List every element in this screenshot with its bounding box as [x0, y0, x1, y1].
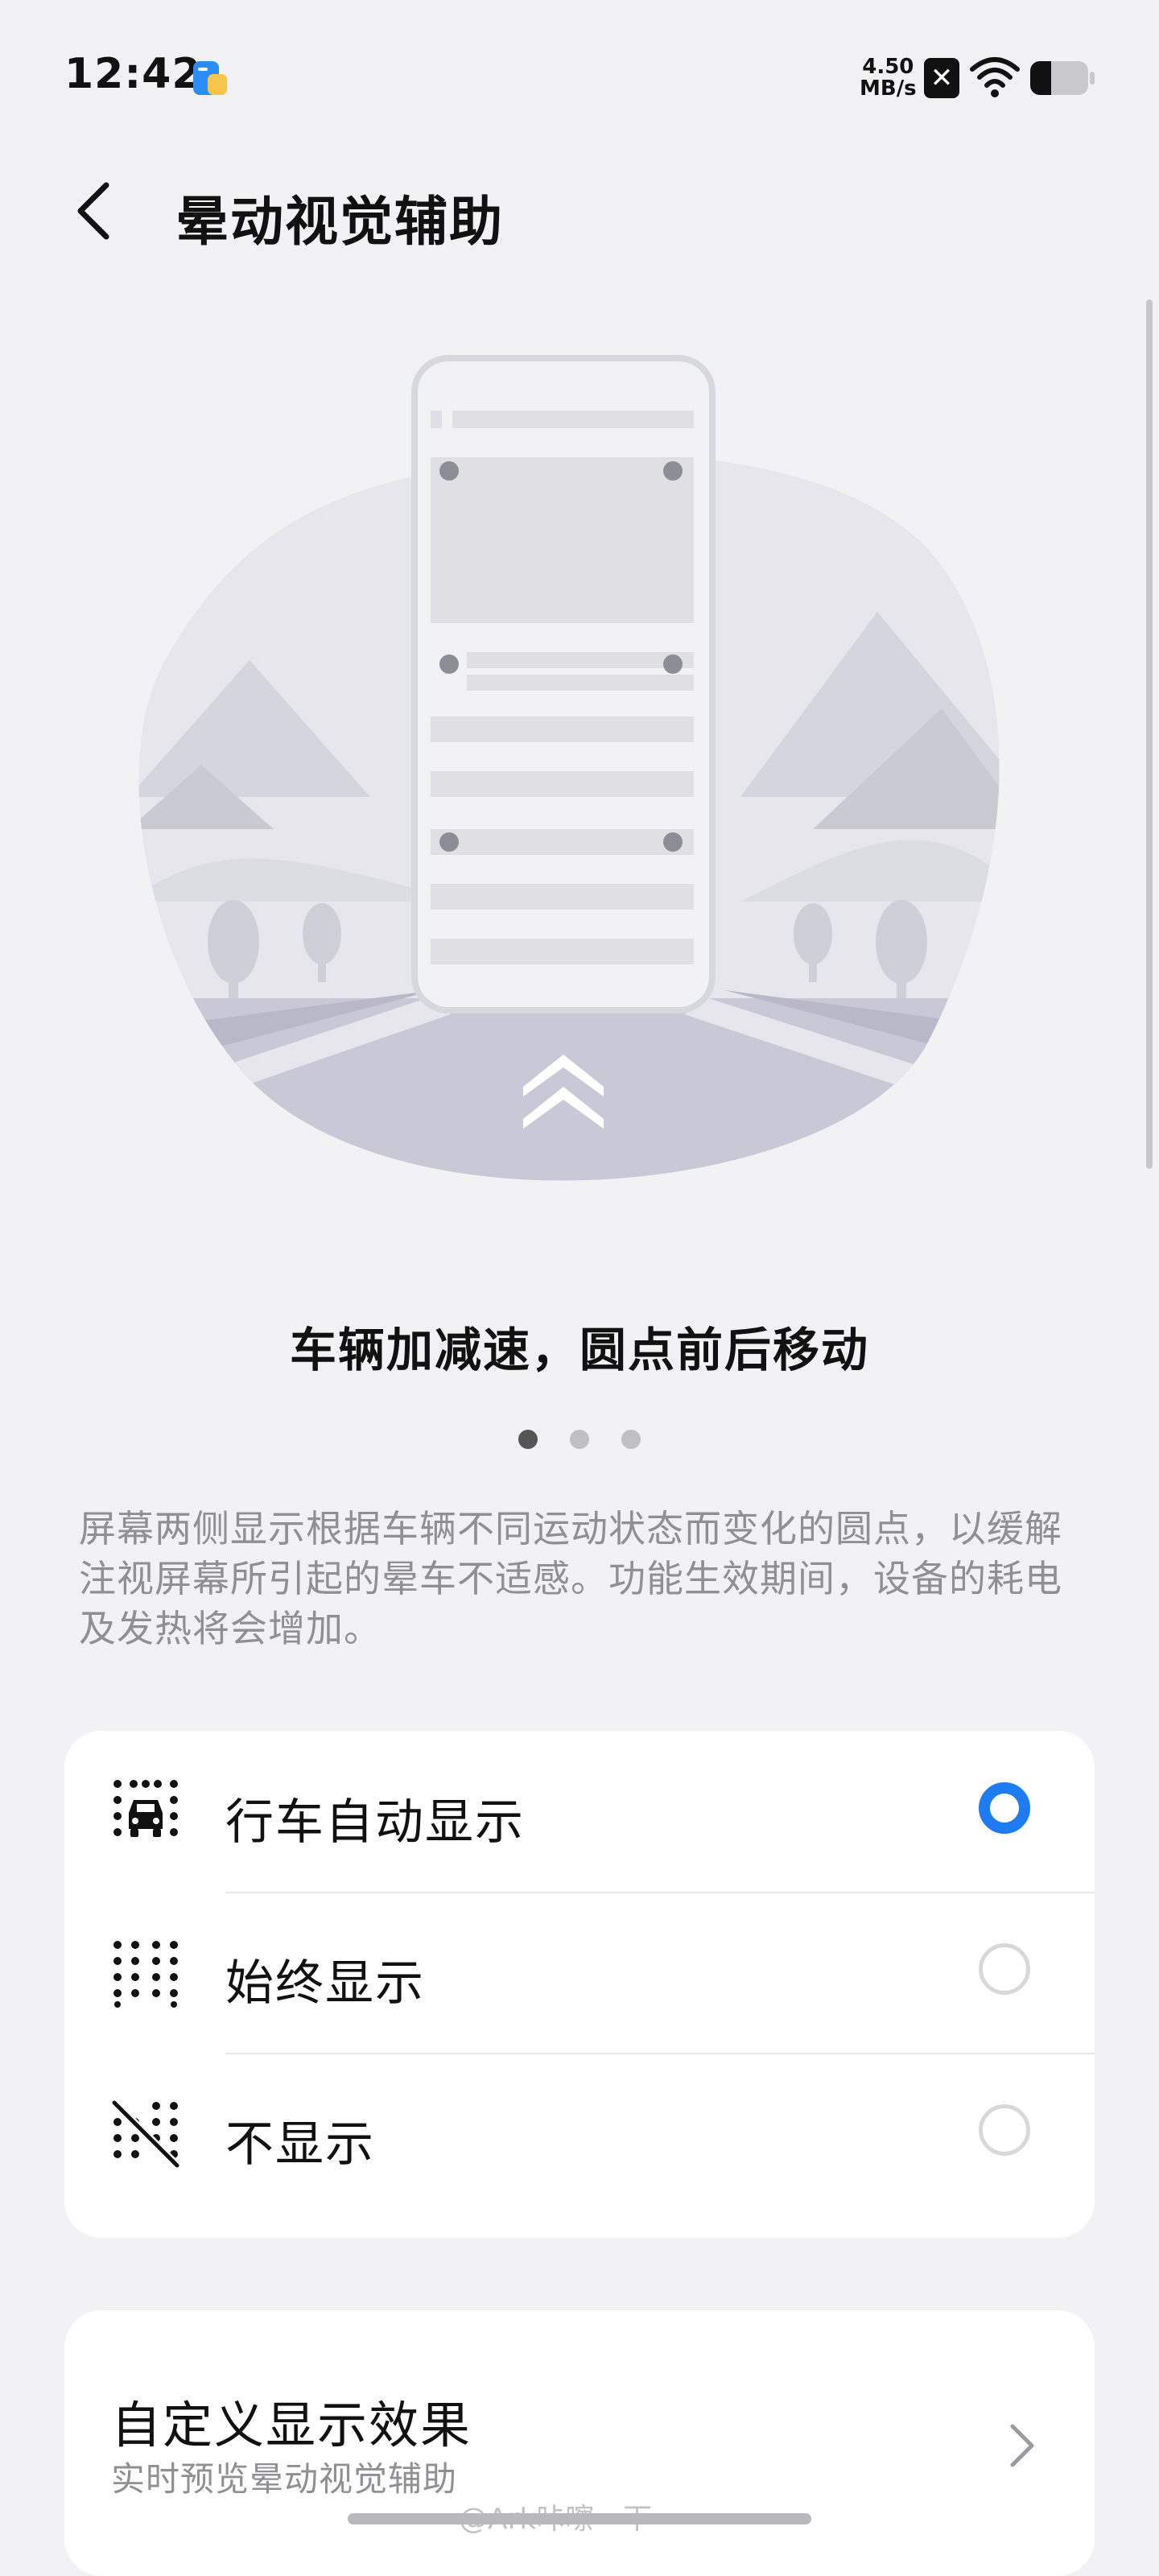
status-bar: 12:42 4.50 MB/s ✕ [0, 0, 1159, 153]
app-icon [193, 61, 227, 95]
option-label: 行车自动显示 [225, 1794, 525, 1851]
speed-unit: MB/s [860, 76, 917, 101]
option-label: 不显示 [225, 2116, 375, 2173]
page-title: 晕动视觉辅助 [175, 191, 504, 253]
home-indicator[interactable] [348, 2513, 811, 2524]
custom-display-subtitle: 实时预览晕动视觉辅助 [111, 2459, 458, 2499]
scrollbar[interactable] [1146, 299, 1153, 1169]
battery-icon [1030, 61, 1095, 95]
option-auto-driving[interactable]: 行车自动显示 [64, 1731, 1095, 1892]
car-dots-icon [113, 1780, 178, 1837]
page-indicator[interactable] [0, 1430, 1159, 1449]
page-dot-2[interactable] [570, 1430, 589, 1449]
page-dot-3[interactable] [621, 1430, 641, 1449]
status-time: 12:42 [64, 50, 202, 98]
speed-value: 4.50 [862, 55, 914, 79]
dots-grid-icon [113, 1941, 178, 2008]
radio-unselected[interactable] [979, 1943, 1030, 1995]
option-hide[interactable]: 不显示 [64, 2053, 1095, 2214]
wifi-icon [970, 57, 1020, 97]
custom-display-title: 自定义显示效果 [111, 2396, 472, 2454]
network-speed: 4.50 MB/s [860, 56, 917, 100]
option-always-show[interactable]: 始终显示 [64, 1892, 1095, 2053]
close-badge: ✕ [924, 58, 959, 98]
display-mode-options: 行车自动显示 始终显示 不显示 [64, 1731, 1095, 2238]
illustration-caption: 车辆加减速，圆点前后移动 [289, 1323, 869, 1377]
chevron-right-icon [1010, 2424, 1034, 2467]
feature-description: 屏幕两侧显示根据车辆不同运动状态而变化的圆点，以缓解注视屏幕所引起的晕车不适感。… [79, 1507, 1062, 1650]
page-dot-1[interactable] [518, 1430, 538, 1449]
motion-illustration [138, 355, 1000, 1181]
radio-unselected[interactable] [979, 2104, 1030, 2156]
back-icon[interactable] [71, 179, 116, 243]
dots-off-icon [111, 2099, 180, 2169]
radio-selected[interactable] [979, 1782, 1030, 1834]
option-label: 始终显示 [225, 1955, 425, 2012]
